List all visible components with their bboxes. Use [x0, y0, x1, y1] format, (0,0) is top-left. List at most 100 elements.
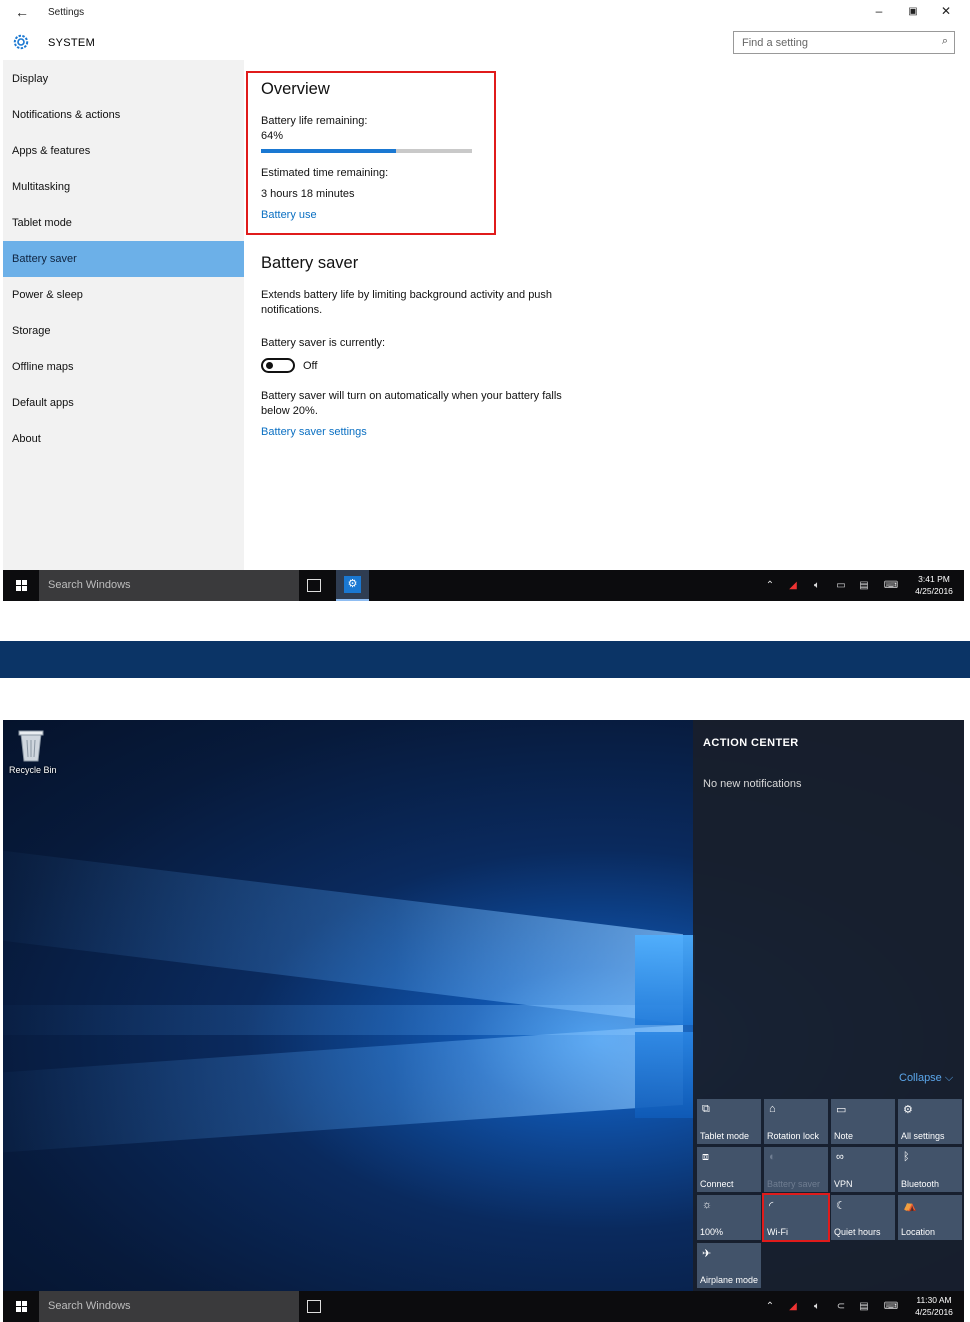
battery-saver-description-line2: notifications. [261, 304, 323, 316]
sidebar-item-multitasking[interactable]: Multitasking [3, 169, 244, 205]
auto-turn-on-line2: below 20%. [261, 405, 318, 417]
recycle-bin-icon[interactable] [16, 728, 46, 762]
action-center-icon[interactable]: ▤ [857, 570, 871, 601]
taskbar-search-placeholder: Search Windows [48, 579, 131, 591]
wallpaper-light-beam [3, 1005, 683, 1035]
back-arrow-icon[interactable]: ← [15, 4, 29, 20]
bluetooth-icon: ᛒ [903, 1151, 910, 1163]
title-bar: ← Settings – ▣ ✕ [3, 0, 964, 26]
network-icon[interactable]: ◢ [786, 1291, 800, 1322]
quick-action-label: All settings [901, 1131, 945, 1141]
quick-action-tile[interactable]: ⧉ Tablet mode [697, 1099, 761, 1144]
close-icon[interactable]: ✕ [936, 4, 956, 18]
quick-action-label: Bluetooth [901, 1179, 940, 1189]
network-icon[interactable]: ◢ [786, 570, 800, 601]
settings-window: ← Settings – ▣ ✕ SYSTEM Find a setting ⌕… [3, 0, 964, 601]
battery-progress-fill [261, 149, 397, 153]
estimated-time-value: 3 hours 18 minutes [261, 188, 355, 200]
volume-icon[interactable]: 🔈︎ [809, 570, 825, 601]
quick-action-tile[interactable]: ᛒ Bluetooth [898, 1147, 962, 1192]
note-icon: ▭ [836, 1104, 847, 1116]
quick-action-tile[interactable]: ⛺ Location [898, 1195, 962, 1240]
collapse-link[interactable]: Collapse ⌵ [899, 1072, 953, 1085]
clock-date: 4/25/2016 [915, 1307, 953, 1317]
sidebar-item-apps[interactable]: Apps & features [3, 133, 244, 169]
sidebar-item-notifications[interactable]: Notifications & actions [3, 97, 244, 133]
quick-action-label: Battery saver [767, 1179, 821, 1189]
taskbar-clock[interactable]: 11:30 AM 4/25/2016 [909, 1294, 959, 1318]
sidebar: Display Notifications & actions Apps & f… [3, 60, 244, 570]
battery-saver-settings-link[interactable]: Battery saver settings [261, 426, 367, 438]
quick-action-label: Airplane mode [700, 1275, 759, 1285]
connect-icon: ⧈ [702, 1151, 709, 1163]
show-hidden-icons-icon[interactable]: ⌃ [763, 1291, 777, 1322]
window-title: Settings [48, 7, 85, 18]
quick-action-tile[interactable]: ◐ Battery saver [764, 1147, 828, 1192]
gear-icon: ⚙ [903, 1104, 913, 1116]
task-view-icon[interactable] [307, 579, 321, 592]
taskbar-clock[interactable]: 3:41 PM 4/25/2016 [909, 573, 959, 597]
battery-life-value: 64% [261, 130, 284, 142]
windows-start-icon[interactable] [3, 570, 39, 601]
quick-action-tile[interactable]: ◜ Wi-Fi [762, 1193, 830, 1242]
brightness-icon: ☼ [702, 1199, 713, 1211]
quick-action-label: Tablet mode [700, 1131, 750, 1141]
quick-action-tile[interactable]: ☾ Quiet hours [831, 1195, 895, 1240]
battery-use-link[interactable]: Battery use [261, 209, 317, 221]
quick-action-label: 100% [700, 1227, 724, 1237]
quick-action-label: Wi-Fi [767, 1227, 788, 1237]
find-setting-input[interactable]: Find a setting ⌕ [733, 31, 955, 54]
collapse-label: Collapse [899, 1072, 942, 1084]
keyboard-icon[interactable]: ⌨ [882, 1291, 900, 1322]
quick-action-tile[interactable]: ▭ Note [831, 1099, 895, 1144]
volume-icon[interactable]: 🔈︎ [809, 1291, 825, 1322]
sidebar-item-offline-maps[interactable]: Offline maps [3, 349, 244, 385]
quick-action-tile[interactable]: ✈ Airplane mode [697, 1243, 761, 1288]
keyboard-icon[interactable]: ⌨ [882, 570, 900, 601]
windows-start-icon[interactable] [3, 1291, 39, 1322]
taskbar-search-placeholder: Search Windows [48, 1300, 131, 1312]
task-view-icon[interactable] [307, 1300, 321, 1313]
sidebar-item-tablet-mode[interactable]: Tablet mode [3, 205, 244, 241]
quick-action-tile[interactable]: ⚙ All settings [898, 1099, 962, 1144]
action-center-icon[interactable]: ▤ [857, 1291, 871, 1322]
action-center-title: ACTION CENTER [703, 737, 799, 749]
quick-action-tile[interactable]: ⌂ Rotation lock [764, 1099, 828, 1144]
location-icon: ⛺ [903, 1200, 917, 1212]
power-plug-icon[interactable]: ⊂ [834, 1291, 848, 1322]
taskbar-search-box[interactable]: Search Windows [39, 1291, 299, 1322]
maximize-icon[interactable]: ▣ [903, 6, 923, 17]
quick-action-tile[interactable]: ∞ VPN [831, 1147, 895, 1192]
quick-action-tile[interactable]: ⧈ Connect [697, 1147, 761, 1192]
clock-time: 11:30 AM [916, 1295, 952, 1305]
sidebar-item-power-sleep[interactable]: Power & sleep [3, 277, 244, 313]
action-center-panel: ACTION CENTER No new notifications Colla… [693, 720, 964, 1291]
sidebar-item-battery-saver[interactable]: Battery saver [3, 241, 244, 277]
taskbar-search-box[interactable]: Search Windows [39, 570, 299, 601]
quick-action-label: Quiet hours [834, 1227, 881, 1237]
section-title: SYSTEM [48, 37, 96, 49]
settings-taskbar-button[interactable]: ⚙ [336, 570, 369, 601]
estimated-time-label: Estimated time remaining: [261, 167, 389, 179]
gear-icon: ⚙ [344, 576, 361, 593]
battery-saver-heading: Battery saver [261, 254, 359, 272]
wallpaper-window-pane [635, 1032, 695, 1118]
battery-icon[interactable]: ▭ [834, 570, 848, 601]
sidebar-item-display[interactable]: Display [3, 61, 244, 97]
battery-saver-icon: ◐ [769, 1151, 776, 1163]
taskbar-top: Search Windows ⚙ ⌃ ◢ 🔈︎ ▭ ▤ ⌨ 3:41 PM 4/… [3, 570, 964, 601]
sidebar-item-storage[interactable]: Storage [3, 313, 244, 349]
wifi-icon: ◜ [769, 1200, 774, 1212]
show-hidden-icons-icon[interactable]: ⌃ [763, 570, 777, 601]
battery-saver-description-line1: Extends battery life by limiting backgro… [261, 289, 553, 301]
minimize-icon[interactable]: – [869, 4, 889, 18]
sidebar-item-default-apps[interactable]: Default apps [3, 385, 244, 421]
content-pane: Overview Battery life remaining: 64% Est… [244, 60, 964, 570]
quick-action-tile[interactable]: ☼ 100% [697, 1195, 761, 1240]
clock-date: 4/25/2016 [915, 586, 953, 596]
find-setting-placeholder: Find a setting [742, 37, 809, 49]
divider-bar [0, 641, 970, 678]
quick-action-label: Location [901, 1227, 936, 1237]
sidebar-item-about[interactable]: About [3, 421, 244, 457]
battery-saver-toggle[interactable] [261, 358, 295, 373]
